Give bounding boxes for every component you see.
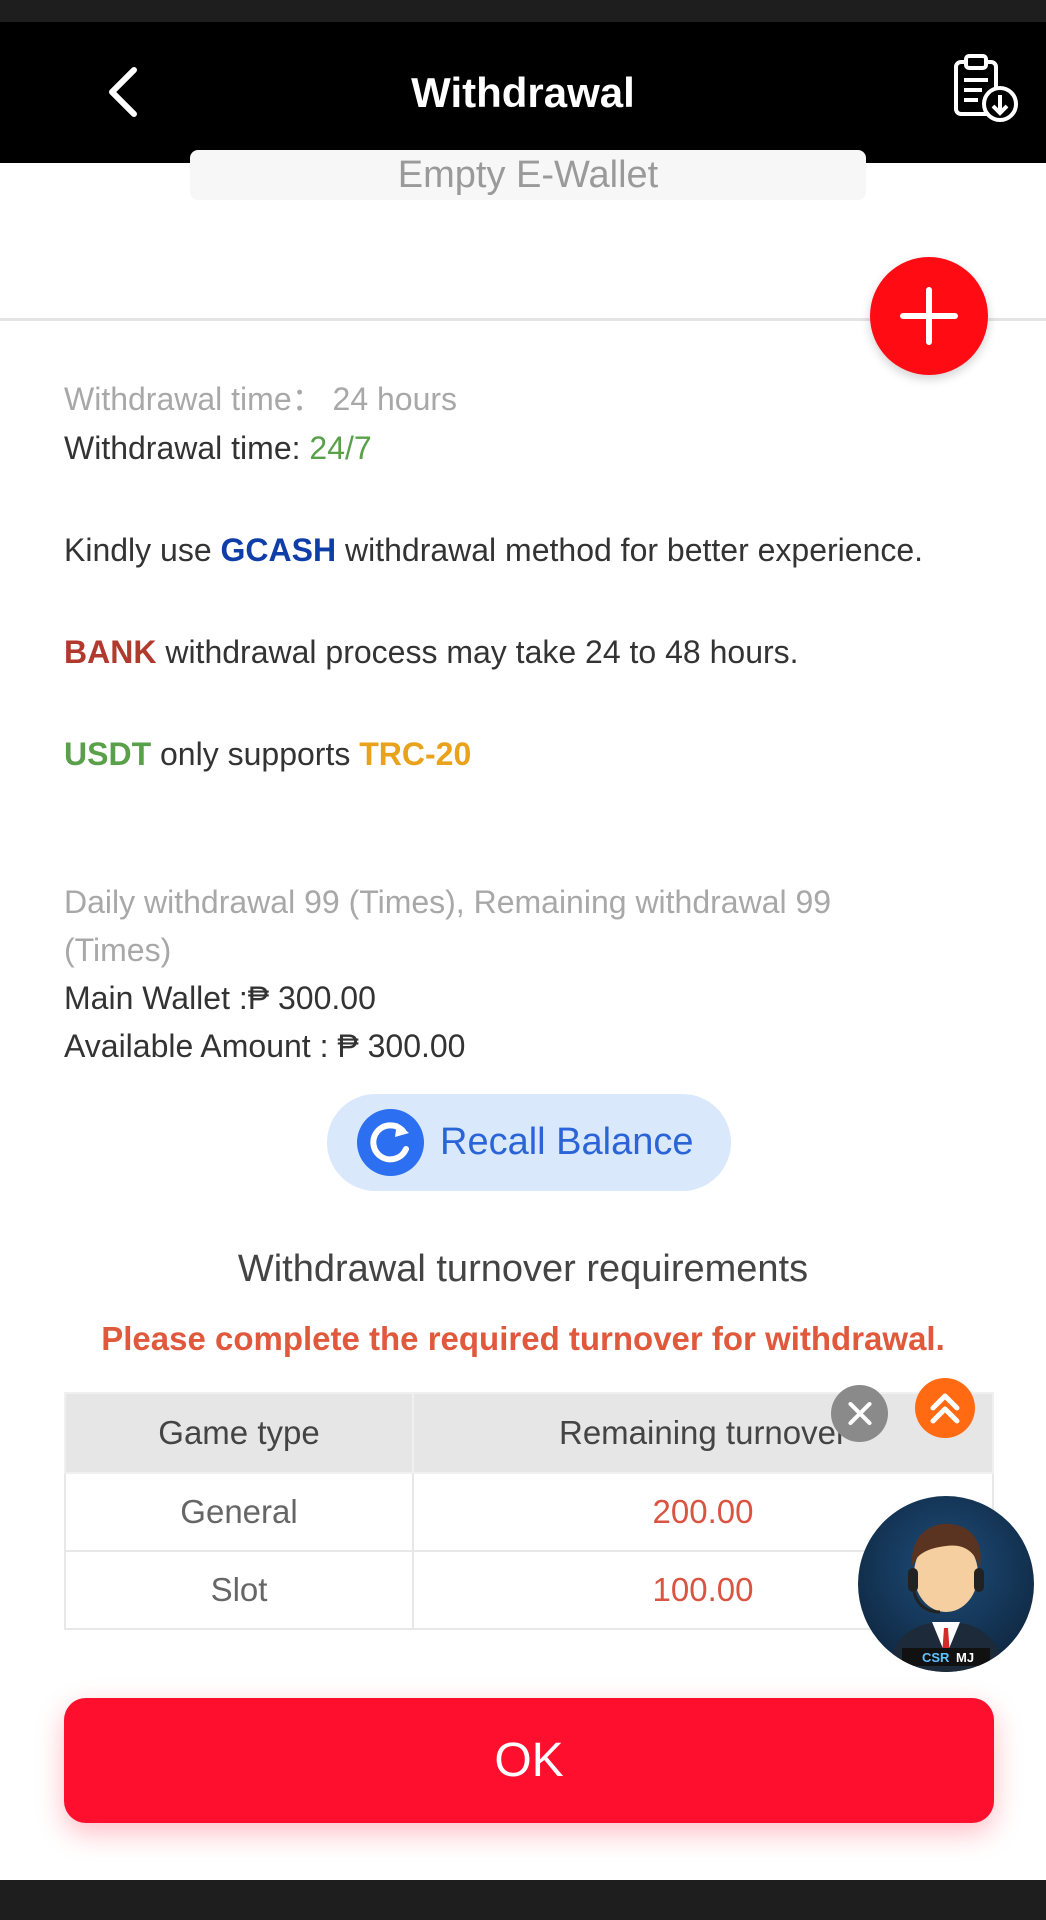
recall-balance-label: Recall Balance [440, 1121, 694, 1163]
csr-badge-left: CSR [922, 1650, 950, 1665]
table-row: Slot 100.00 [64, 1550, 994, 1630]
status-bar [0, 0, 1046, 22]
daily-withdrawal-line-2: (Times) [64, 932, 172, 968]
scroll-to-top-button[interactable] [915, 1378, 975, 1438]
withdrawal-time-value-2: 24/7 [309, 430, 372, 466]
empty-e-wallet-label: Empty E-Wallet [397, 154, 659, 196]
page-title: Withdrawal [411, 68, 635, 116]
gcash-notice: Kindly use GCASH withdrawal method for b… [64, 530, 923, 570]
turnover-warning: Please complete the required turnover fo… [101, 1320, 945, 1357]
close-floating-widget-button[interactable] [831, 1385, 888, 1442]
bank-notice: BANK withdrawal process may take 24 to 4… [64, 632, 799, 672]
csr-badge-right: MJ [956, 1650, 974, 1665]
top-app-bar: Withdrawal [0, 22, 1046, 163]
usdt-notice-mid: only supports [151, 736, 360, 772]
main-wallet-balance: Main Wallet :₱ 300.00 [64, 980, 376, 1016]
bank-word: BANK [64, 634, 157, 670]
refresh-icon [357, 1109, 424, 1176]
clipboard-download-icon [954, 54, 1018, 122]
withdrawal-time-line-1: Withdrawal time： 24 hours [64, 379, 457, 419]
withdrawal-records-button[interactable] [950, 52, 1022, 124]
withdrawal-time-line-2: Withdrawal time: 24/7 [64, 428, 372, 468]
trc20-word: TRC-20 [359, 736, 472, 772]
gcash-word: GCASH [220, 532, 337, 568]
usdt-word: USDT [64, 736, 152, 772]
double-chevron-up-icon [930, 1393, 960, 1424]
usdt-notice: USDT only supports TRC-20 [64, 734, 471, 774]
back-button[interactable] [96, 62, 156, 122]
daily-withdrawal-line-1: Daily withdrawal 99 (Times), Remaining w… [64, 884, 832, 920]
bank-notice-post: withdrawal process may take 24 to 48 hou… [156, 634, 799, 670]
ok-button[interactable]: OK [64, 1698, 994, 1823]
turnover-section-title: Withdrawal turnover requirements [237, 1248, 809, 1290]
withdrawal-time-value: 24 hours [332, 381, 458, 417]
recall-balance-button[interactable]: Recall Balance [327, 1094, 731, 1191]
column-header-game-type: Game type [64, 1392, 414, 1474]
customer-service-agent-icon: CSR MJ [888, 1523, 1004, 1672]
customer-service-avatar-button[interactable]: CSR MJ [858, 1496, 1034, 1672]
game-type-cell: General [64, 1472, 414, 1552]
gcash-notice-post: withdrawal method for better experience. [336, 532, 924, 568]
add-e-wallet-button[interactable] [870, 257, 988, 375]
available-amount: Available Amount : ₱ 300.00 [64, 1028, 466, 1064]
chevron-left-icon [109, 67, 137, 117]
withdrawal-time-label: Withdrawal time： [64, 381, 324, 417]
column-header-remaining-turnover: Remaining turnover [412, 1392, 994, 1474]
game-type-cell: Slot [64, 1550, 414, 1630]
system-nav-bar [0, 1880, 1046, 1920]
gcash-notice-pre: Kindly use [64, 532, 221, 568]
withdrawal-time-label-2: Withdrawal time: [64, 430, 310, 466]
table-row: General 200.00 [64, 1472, 994, 1552]
